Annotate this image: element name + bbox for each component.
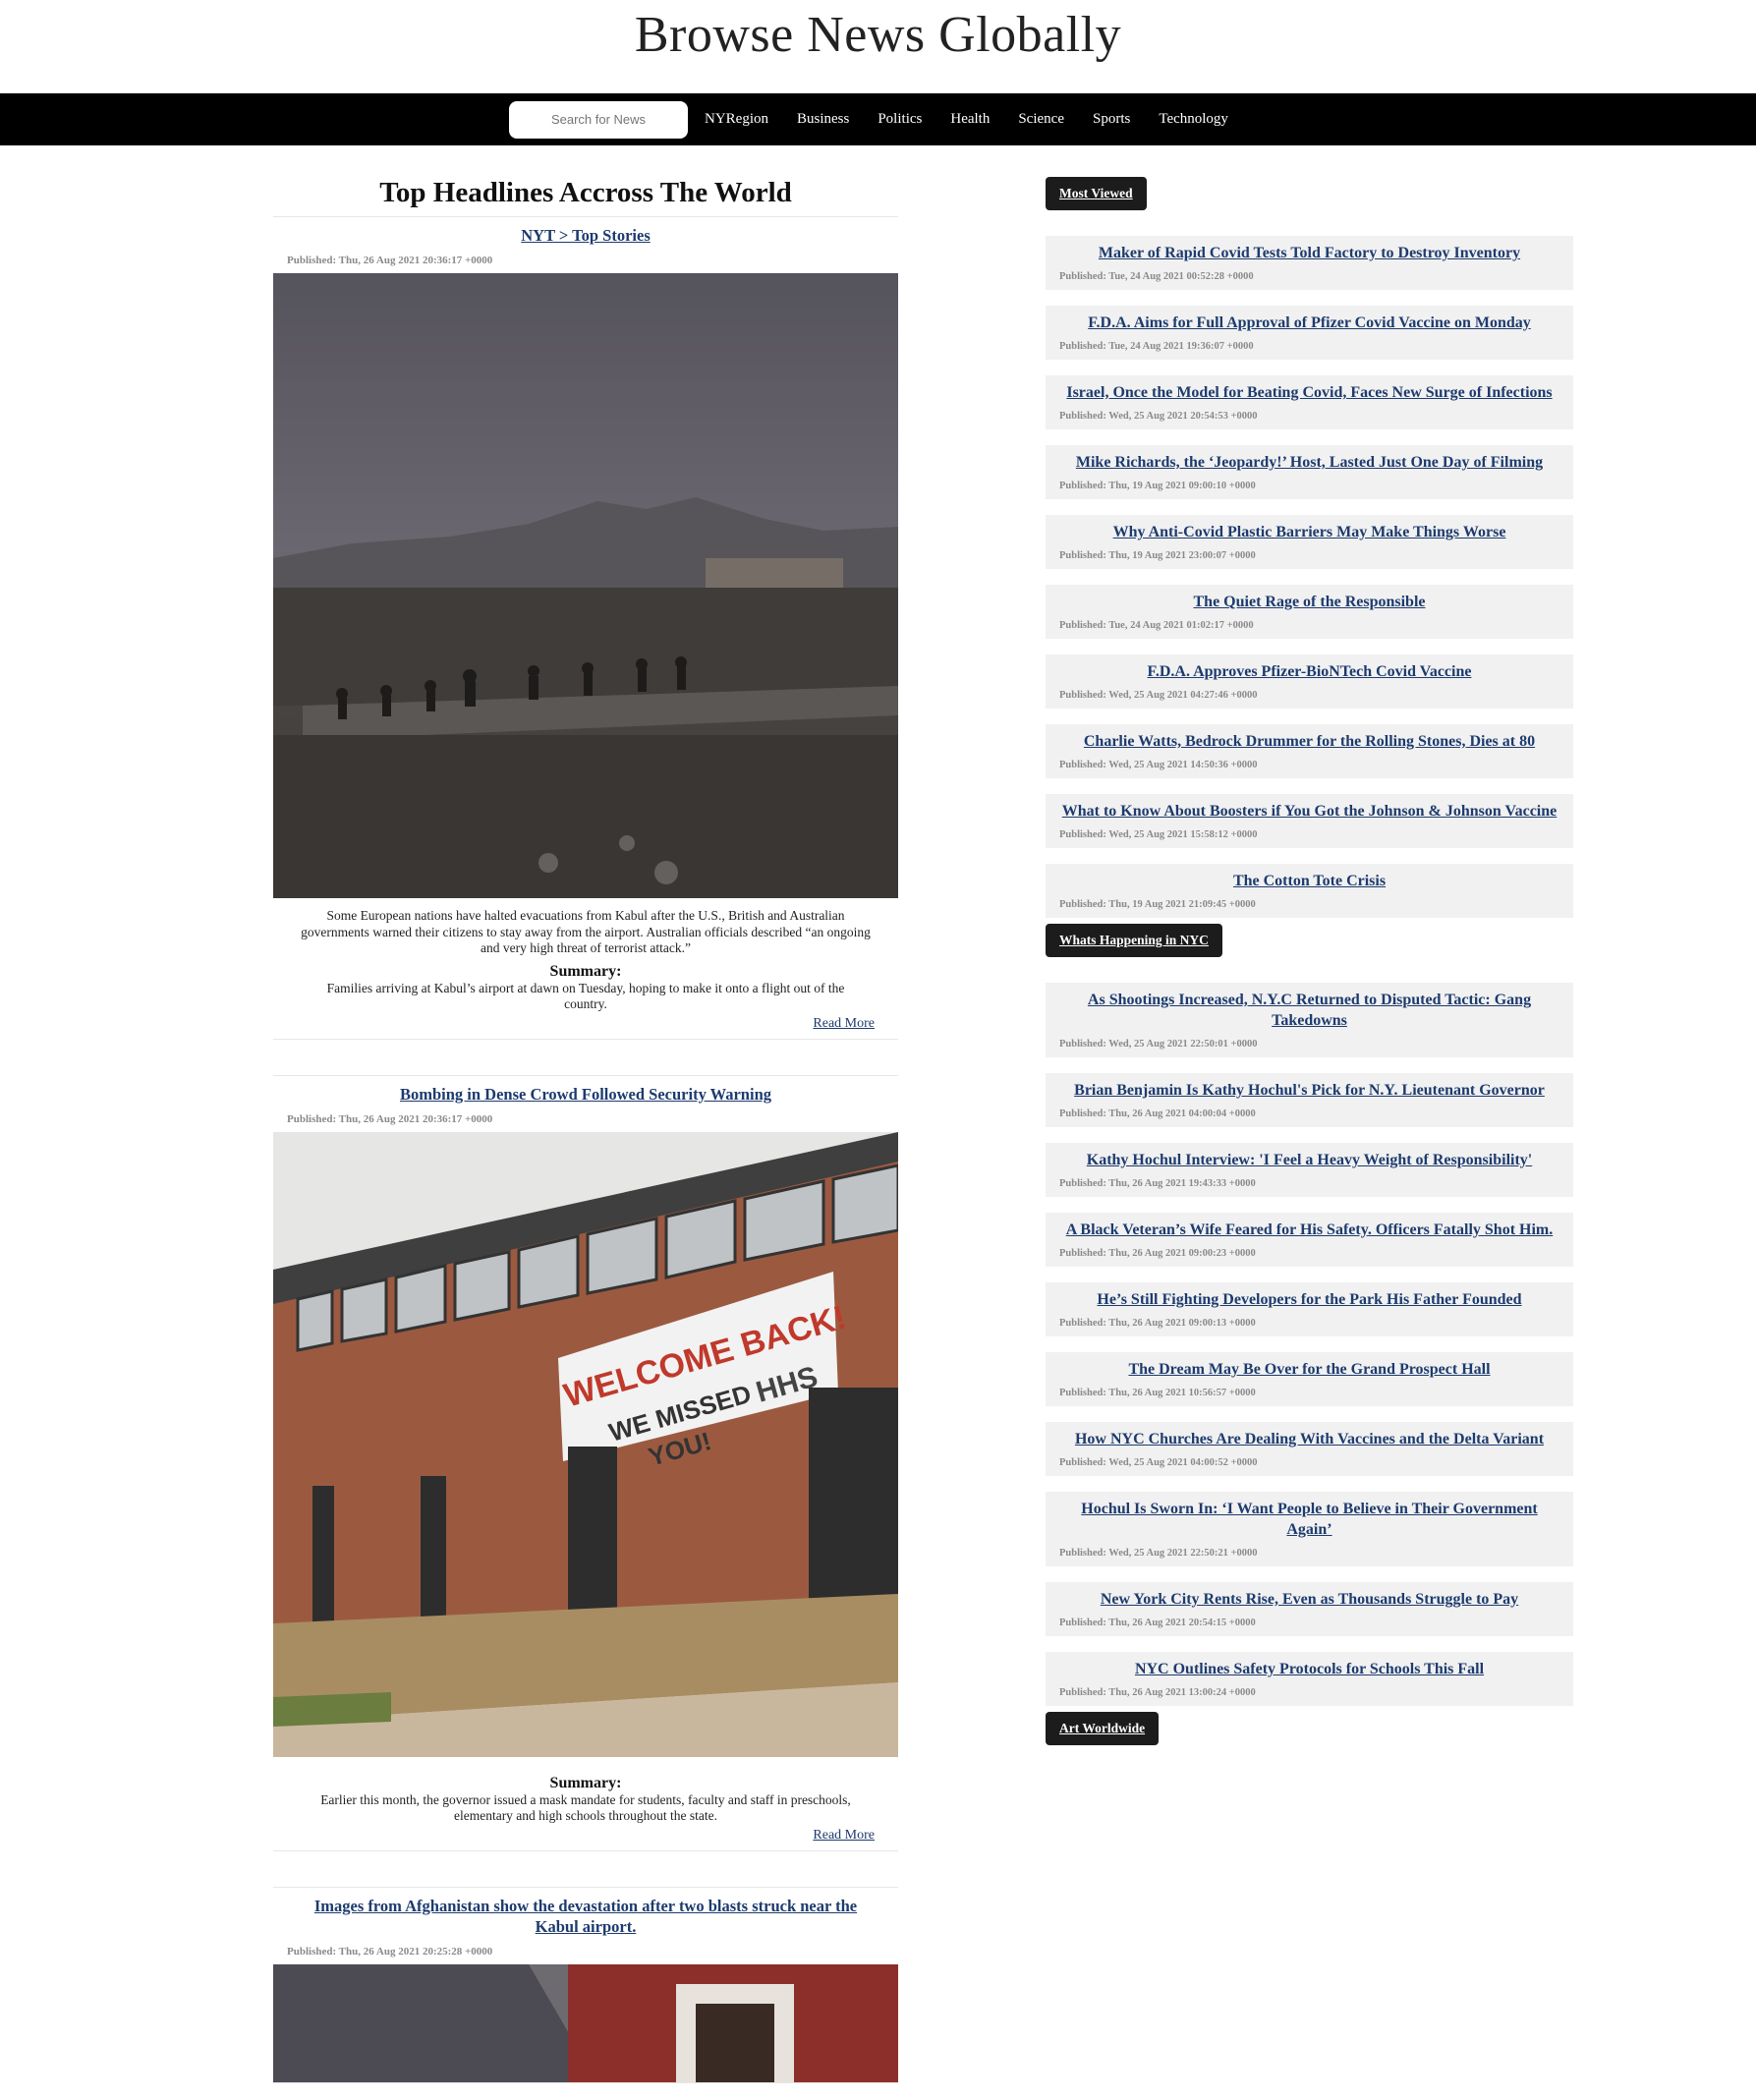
most-viewed-card: Mike Richards, the ‘Jeopardy!’ Host, Las… <box>1046 445 1573 499</box>
story-published-date: Published: Thu, 26 Aug 2021 20:36:17 +00… <box>287 1112 493 1125</box>
article-link[interactable]: Israel, Once the Model for Beating Covid… <box>1057 382 1561 403</box>
article-published-date: Published: Thu, 26 Aug 2021 19:43:33 +00… <box>1059 1178 1256 1189</box>
article-link[interactable]: As Shootings Increased, N.Y.C Returned t… <box>1057 990 1561 1031</box>
nyc-card: As Shootings Increased, N.Y.C Returned t… <box>1046 983 1573 1057</box>
article-link[interactable]: Kathy Hochul Interview: 'I Feel a Heavy … <box>1057 1150 1561 1170</box>
story-summary: Families arriving at Kabul’s airport at … <box>326 980 845 1012</box>
article-published-date: Published: Tue, 24 Aug 2021 00:52:28 +00… <box>1059 271 1254 282</box>
summary-heading: Summary: <box>549 1774 622 1791</box>
main-column: Top Headlines Accross The World NYT > To… <box>273 145 898 2083</box>
most-viewed-card: Charlie Watts, Bedrock Drummer for the R… <box>1046 724 1573 778</box>
article-published-date: Published: Wed, 25 Aug 2021 20:54:53 +00… <box>1059 411 1258 422</box>
summary-heading: Summary: <box>549 962 622 980</box>
most-viewed-card: The Cotton Tote Crisis Published: Thu, 1… <box>1046 864 1573 918</box>
nav-link-sports[interactable]: Sports <box>1093 111 1130 128</box>
most-viewed-card: F.D.A. Aims for Full Approval of Pfizer … <box>1046 306 1573 360</box>
afghanistan-photo <box>273 1963 898 2082</box>
nyc-card: He’s Still Fighting Developers for the P… <box>1046 1282 1573 1336</box>
article-link[interactable]: F.D.A. Aims for Full Approval of Pfizer … <box>1057 312 1561 333</box>
nyc-card: A Black Veteran’s Wife Feared for His Sa… <box>1046 1213 1573 1267</box>
site-title: Browse News Globally <box>634 7 1122 63</box>
most-viewed-card: Why Anti-Covid Plastic Barriers May Make… <box>1046 515 1573 569</box>
article-published-date: Published: Thu, 19 Aug 2021 09:00:10 +00… <box>1059 481 1256 491</box>
most-viewed-card: Maker of Rapid Covid Tests Told Factory … <box>1046 236 1573 290</box>
article-link[interactable]: The Cotton Tote Crisis <box>1057 871 1561 891</box>
most-viewed-card: F.D.A. Approves Pfizer-BioNTech Covid Va… <box>1046 654 1573 709</box>
article-published-date: Published: Thu, 26 Aug 2021 10:56:57 +00… <box>1059 1388 1256 1398</box>
story-title-link[interactable]: NYT > Top Stories <box>273 217 898 246</box>
article-published-date: Published: Wed, 25 Aug 2021 14:50:36 +00… <box>1059 760 1258 770</box>
article-link[interactable]: Maker of Rapid Covid Tests Told Factory … <box>1057 243 1561 263</box>
article-published-date: Published: Thu, 19 Aug 2021 23:00:07 +00… <box>1059 550 1256 561</box>
school-building-photo: WELCOME BACK! WE MISSED YOU! HHS <box>273 1131 898 1757</box>
story-card: NYT > Top Stories Published: Thu, 26 Aug… <box>273 216 898 1040</box>
story-card: Bombing in Dense Crowd Followed Security… <box>273 1074 898 1851</box>
nyc-card: How NYC Churches Are Dealing With Vaccin… <box>1046 1422 1573 1476</box>
top-navbar: NYRegion Business Politics Health Scienc… <box>0 93 1756 145</box>
read-more-link[interactable]: Read More <box>273 1013 898 1039</box>
article-published-date: Published: Wed, 25 Aug 2021 15:58:12 +00… <box>1059 829 1258 840</box>
nav-links: NYRegion Business Politics Health Scienc… <box>705 93 1257 145</box>
art-worldwide-button[interactable]: Art Worldwide <box>1046 1712 1160 1745</box>
article-link[interactable]: Mike Richards, the ‘Jeopardy!’ Host, Las… <box>1057 452 1561 473</box>
story-title-link[interactable]: Bombing in Dense Crowd Followed Security… <box>273 1076 898 1105</box>
most-viewed-card: Israel, Once the Model for Beating Covid… <box>1046 375 1573 429</box>
nyc-section-button[interactable]: Whats Happening in NYC <box>1046 924 1222 957</box>
nyc-card: Hochul Is Sworn In: ‘I Want People to Be… <box>1046 1492 1573 1566</box>
sidebar: Most Viewed Maker of Rapid Covid Tests T… <box>1046 145 1573 1745</box>
article-published-date: Published: Tue, 24 Aug 2021 01:02:17 +00… <box>1059 620 1254 631</box>
story-published-date: Published: Thu, 26 Aug 2021 20:36:17 +00… <box>287 255 493 266</box>
article-published-date: Published: Wed, 25 Aug 2021 04:27:46 +00… <box>1059 690 1258 701</box>
nav-link-politics[interactable]: Politics <box>878 111 922 128</box>
nav-link-nyregion[interactable]: NYRegion <box>705 111 768 128</box>
photo-caption: Some European nations have halted evacua… <box>301 908 871 955</box>
article-link[interactable]: A Black Veteran’s Wife Feared for His Sa… <box>1057 1220 1561 1240</box>
story-card: Images from Afghanistan show the devasta… <box>273 1886 898 2083</box>
article-published-date: Published: Wed, 25 Aug 2021 04:00:52 +00… <box>1059 1457 1258 1468</box>
story-photo-kabul[interactable] <box>273 273 898 898</box>
nyc-card: New York City Rents Rise, Even as Thousa… <box>1046 1582 1573 1636</box>
search-input[interactable] <box>509 101 688 139</box>
article-link[interactable]: NYC Outlines Safety Protocols for School… <box>1057 1659 1561 1679</box>
nav-link-science[interactable]: Science <box>1018 111 1064 128</box>
page-heading: Top Headlines Accross The World <box>379 177 792 208</box>
nav-link-business[interactable]: Business <box>797 111 849 128</box>
story-summary: Earlier this month, the governor issued … <box>320 1791 851 1824</box>
nyc-card: Brian Benjamin Is Kathy Hochul's Pick fo… <box>1046 1073 1573 1127</box>
article-link[interactable]: Hochul Is Sworn In: ‘I Want People to Be… <box>1057 1499 1561 1540</box>
article-link[interactable]: Why Anti-Covid Plastic Barriers May Make… <box>1057 522 1561 542</box>
kabul-airport-photo <box>273 273 898 898</box>
article-link[interactable]: Charlie Watts, Bedrock Drummer for the R… <box>1057 731 1561 752</box>
article-link[interactable]: The Dream May Be Over for the Grand Pros… <box>1057 1359 1561 1380</box>
article-link[interactable]: Brian Benjamin Is Kathy Hochul's Pick fo… <box>1057 1080 1561 1101</box>
article-link[interactable]: How NYC Churches Are Dealing With Vaccin… <box>1057 1429 1561 1449</box>
article-published-date: Published: Thu, 26 Aug 2021 09:00:23 +00… <box>1059 1248 1256 1259</box>
article-published-date: Published: Thu, 26 Aug 2021 20:54:15 +00… <box>1059 1618 1256 1628</box>
article-link[interactable]: What to Know About Boosters if You Got t… <box>1057 801 1561 822</box>
read-more-link[interactable]: Read More <box>273 1825 898 1850</box>
nyc-card: NYC Outlines Safety Protocols for School… <box>1046 1652 1573 1706</box>
article-link[interactable]: New York City Rents Rise, Even as Thousa… <box>1057 1589 1561 1610</box>
nyc-card: Kathy Hochul Interview: 'I Feel a Heavy … <box>1046 1143 1573 1197</box>
article-link[interactable]: The Quiet Rage of the Responsible <box>1057 592 1561 612</box>
most-viewed-card: The Quiet Rage of the Responsible Publis… <box>1046 585 1573 639</box>
most-viewed-button[interactable]: Most Viewed <box>1046 177 1147 210</box>
article-published-date: Published: Wed, 25 Aug 2021 22:50:01 +00… <box>1059 1039 1258 1050</box>
article-published-date: Published: Thu, 26 Aug 2021 09:00:13 +00… <box>1059 1318 1256 1329</box>
article-published-date: Published: Tue, 24 Aug 2021 19:36:07 +00… <box>1059 341 1254 352</box>
most-viewed-card: What to Know About Boosters if You Got t… <box>1046 794 1573 848</box>
story-title-link[interactable]: Images from Afghanistan show the devasta… <box>273 1888 898 1937</box>
story-photo-afghanistan[interactable] <box>273 1963 898 2082</box>
story-photo-school[interactable]: WELCOME BACK! WE MISSED YOU! HHS <box>273 1131 898 1757</box>
article-published-date: Published: Wed, 25 Aug 2021 22:50:21 +00… <box>1059 1548 1258 1559</box>
nyc-card: The Dream May Be Over for the Grand Pros… <box>1046 1352 1573 1406</box>
article-published-date: Published: Thu, 19 Aug 2021 21:09:45 +00… <box>1059 899 1256 910</box>
article-published-date: Published: Thu, 26 Aug 2021 04:00:04 +00… <box>1059 1108 1256 1119</box>
article-link[interactable]: He’s Still Fighting Developers for the P… <box>1057 1289 1561 1310</box>
article-link[interactable]: F.D.A. Approves Pfizer-BioNTech Covid Va… <box>1057 661 1561 682</box>
story-published-date: Published: Thu, 26 Aug 2021 20:25:28 +00… <box>287 1945 493 1958</box>
nav-link-technology[interactable]: Technology <box>1159 111 1228 128</box>
nav-link-health[interactable]: Health <box>950 111 990 128</box>
article-published-date: Published: Thu, 26 Aug 2021 13:00:24 +00… <box>1059 1687 1256 1698</box>
